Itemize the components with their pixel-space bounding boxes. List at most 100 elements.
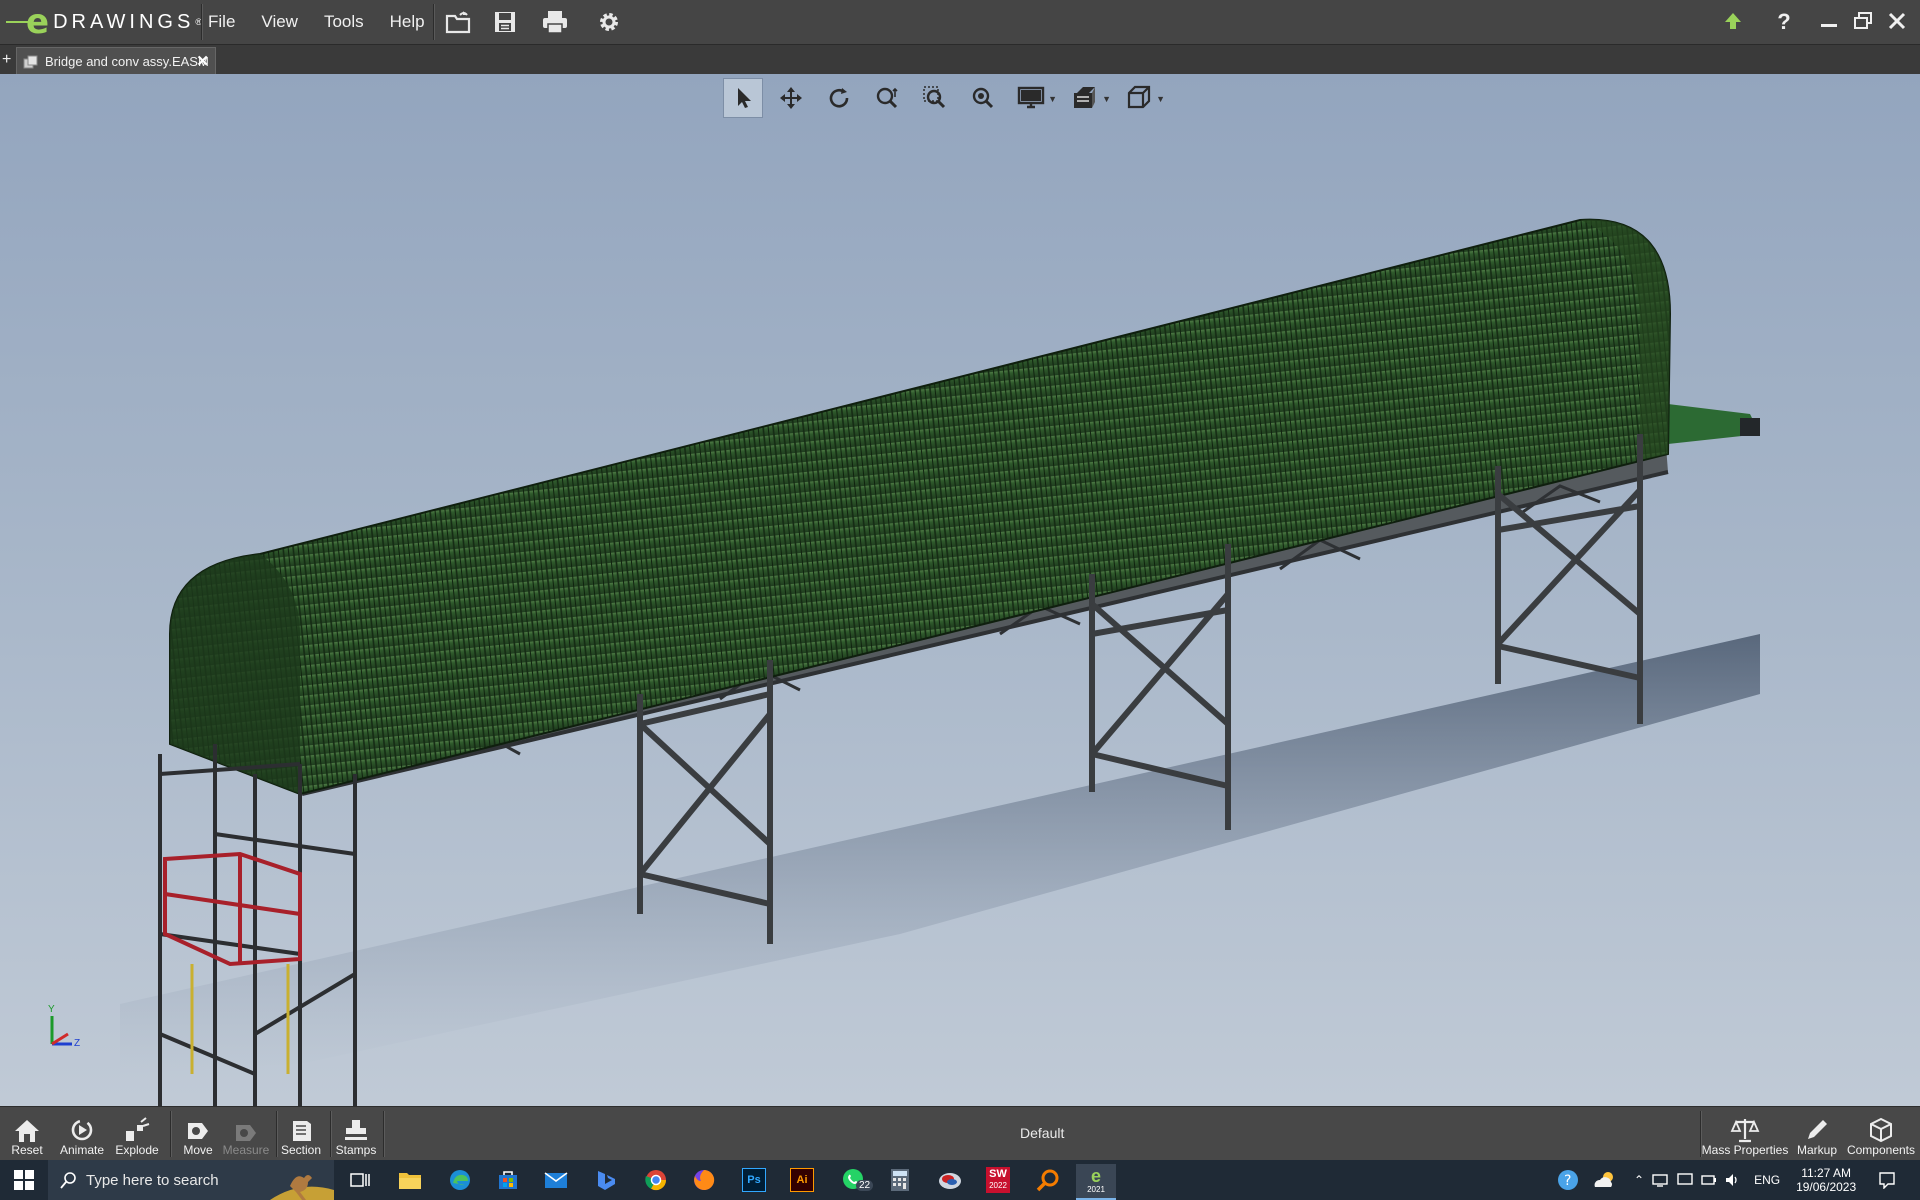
search-app-taskbar[interactable] (1028, 1164, 1068, 1196)
edge-taskbar[interactable] (440, 1164, 480, 1196)
menu-help[interactable]: Help (390, 12, 425, 32)
bing-taskbar[interactable] (586, 1164, 626, 1196)
zoom-to-fit-button[interactable] (963, 78, 1003, 118)
store-taskbar[interactable] (488, 1164, 528, 1196)
chrome-taskbar[interactable] (636, 1164, 676, 1196)
edrawings-taskbar[interactable]: e 2021 (1076, 1164, 1116, 1200)
volume-icon[interactable] (1724, 1172, 1742, 1188)
taskbar-search-box[interactable]: Type here to search (48, 1160, 334, 1200)
help-button[interactable]: ? (1772, 10, 1796, 34)
start-button[interactable] (4, 1164, 44, 1196)
zoom-button[interactable] (867, 78, 907, 118)
store-icon (499, 1171, 517, 1189)
window-controls: ? (1722, 0, 1910, 44)
triad-y-label: Y (48, 1004, 55, 1015)
save-button[interactable] (490, 8, 520, 36)
move-button[interactable]: Move (176, 1109, 220, 1159)
composer-icon (939, 1173, 961, 1189)
file-explorer-taskbar[interactable] (390, 1164, 430, 1196)
solidworks-version-badge: 2022 (989, 1181, 1007, 1190)
system-tray: ? ⌃ ENG 11:27 AM 19/06/2023 (1556, 1160, 1896, 1200)
configuration-label[interactable]: Default (1020, 1125, 1064, 1141)
menu-view[interactable]: View (261, 12, 298, 32)
display-style-button[interactable]: ▼ (1011, 78, 1057, 118)
markup-label: Markup (1796, 1143, 1837, 1157)
animate-button[interactable]: Animate (56, 1109, 108, 1159)
restore-icon (1854, 12, 1872, 29)
whatsapp-badge: 22 (856, 1180, 874, 1191)
move-label: Move (183, 1143, 213, 1157)
reset-button[interactable]: Reset (6, 1109, 48, 1159)
open-file-button[interactable] (444, 8, 474, 36)
mass-properties-label: Mass Properties (1701, 1143, 1789, 1157)
photoshop-taskbar[interactable]: Ps (734, 1164, 774, 1196)
logo-letter: e (26, 2, 50, 42)
pencil-icon (1808, 1120, 1827, 1139)
3d-viewport[interactable]: Y Z (0, 74, 1920, 1106)
rotate-button[interactable] (819, 78, 859, 118)
zoom-fit-icon (972, 87, 994, 109)
markup-button[interactable]: Markup (1792, 1109, 1842, 1159)
zoom-area-icon (923, 86, 946, 109)
select-tool-button[interactable] (723, 78, 763, 118)
kangaroo-highlight-icon (270, 1175, 334, 1200)
print-button[interactable] (540, 8, 570, 36)
scene-button[interactable]: ▼ (1065, 78, 1111, 118)
settings-button[interactable] (594, 8, 624, 36)
clock[interactable]: 11:27 AM 19/06/2023 (1796, 1166, 1856, 1194)
balance-scale-icon (1730, 1119, 1760, 1143)
scene-icon (1074, 87, 1095, 108)
section-button[interactable]: Section (280, 1109, 322, 1159)
network-icon[interactable] (1652, 1172, 1670, 1188)
triad-z-label: Z (74, 1038, 81, 1049)
stamps-button[interactable]: Stamps (334, 1109, 378, 1159)
arrow-up-icon (1725, 13, 1741, 29)
mail-taskbar[interactable] (536, 1164, 576, 1196)
rotate-icon (829, 88, 849, 108)
coordinate-triad: Y Z (42, 1004, 92, 1054)
notifications-icon[interactable] (1878, 1171, 1896, 1189)
mail-icon (544, 1172, 568, 1188)
calculator-taskbar[interactable] (880, 1164, 920, 1196)
whatsapp-taskbar[interactable]: 22 (834, 1164, 874, 1196)
edrawings-version-badge: 2021 (1087, 1185, 1105, 1194)
menu-tools[interactable]: Tools (324, 12, 364, 32)
weather-icon[interactable] (1590, 1169, 1618, 1191)
tray-expand-icon[interactable]: ⌃ (1634, 1173, 1644, 1187)
measure-button[interactable]: Measure (222, 1109, 270, 1159)
solidworks-icon: SW 2022 (986, 1167, 1010, 1193)
language-indicator[interactable]: ENG (1754, 1173, 1780, 1187)
search-placeholder: Type here to search (86, 1171, 219, 1189)
folder-icon (399, 1173, 421, 1189)
edrawings-viewer-taskbar[interactable] (930, 1164, 970, 1196)
close-button[interactable] (1886, 10, 1910, 34)
minimize-button[interactable] (1818, 10, 1842, 34)
restore-button[interactable] (1852, 10, 1876, 34)
edrawings-taskbar-icon: e 2021 (1087, 1167, 1105, 1195)
battery-icon[interactable] (1700, 1172, 1718, 1188)
solidworks-taskbar[interactable]: SW 2022 (978, 1164, 1018, 1196)
help-circle-icon[interactable]: ? (1556, 1168, 1580, 1192)
explode-button[interactable]: Explode (112, 1109, 162, 1159)
firefox-taskbar[interactable] (684, 1164, 724, 1196)
task-view-button[interactable] (340, 1164, 380, 1196)
zoom-icon (876, 87, 898, 109)
new-tab-button[interactable]: + (2, 51, 11, 69)
menu-file[interactable]: File (208, 12, 235, 32)
magnifier-icon (1036, 1169, 1059, 1192)
chevron-down-icon: ▼ (1156, 94, 1165, 104)
illustrator-taskbar[interactable]: Ai (782, 1164, 822, 1196)
pan-button[interactable] (771, 78, 811, 118)
title-bar: e DRAWINGS ® File View Tools Help ? (0, 0, 1920, 44)
document-tab[interactable]: Bridge and conv assy.EASM ✕ (16, 47, 216, 75)
mass-properties-button[interactable]: Mass Properties (1702, 1109, 1788, 1159)
components-button[interactable]: Components (1846, 1109, 1916, 1159)
close-tab-button[interactable]: ✕ (196, 52, 209, 70)
gear-icon (600, 13, 618, 31)
update-button[interactable] (1722, 10, 1746, 34)
open-folder-icon (445, 11, 471, 34)
toolbar-separator (330, 1111, 332, 1157)
display-icon[interactable] (1676, 1172, 1694, 1188)
view-orientation-button[interactable]: ▼ (1119, 78, 1165, 118)
zoom-to-area-button[interactable] (915, 78, 955, 118)
